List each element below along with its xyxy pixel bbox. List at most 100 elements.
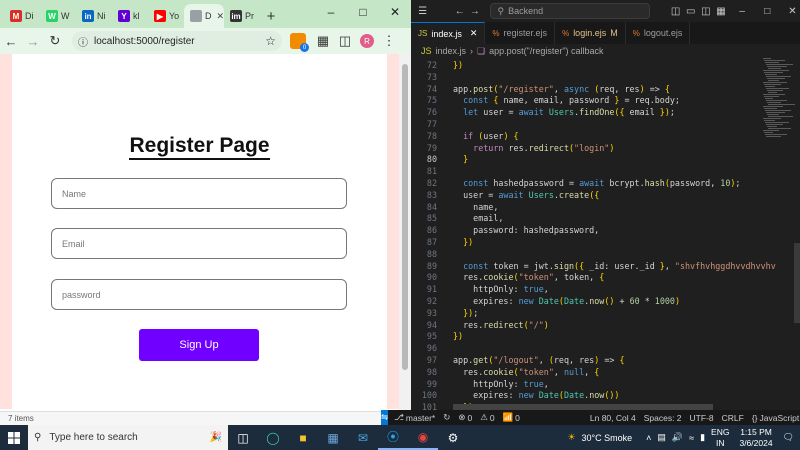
browser-tab[interactable]: WW xyxy=(40,4,76,28)
close-tab-icon[interactable]: ✕ xyxy=(470,28,478,39)
git-branch[interactable]: master* xyxy=(406,413,435,423)
code-line[interactable]: res.cookie("token", token, { xyxy=(453,272,604,282)
command-center-search[interactable]: ⚲ Backend xyxy=(490,3,650,19)
site-info-icon[interactable]: ⓘ xyxy=(78,34,88,49)
code-line[interactable]: if (user) { xyxy=(453,131,519,141)
code-line[interactable]: const token = jwt.sign({ _id: user._id }… xyxy=(453,261,776,271)
code-line[interactable]: user = await Users.create({ xyxy=(453,190,599,200)
extension-icon[interactable]: 0 xyxy=(290,33,309,52)
code-line[interactable]: }) xyxy=(453,237,473,247)
encoding[interactable]: UTF-8 xyxy=(690,413,714,423)
close-tab-icon[interactable]: ✕ xyxy=(217,11,225,22)
language-mode[interactable]: JavaScript xyxy=(760,413,800,423)
chrome-taskbar-icon[interactable]: ◉ xyxy=(408,425,438,450)
wifi-icon[interactable]: ≈ xyxy=(689,433,694,443)
forward-icon[interactable]: → xyxy=(22,30,44,52)
remote-icon[interactable]: ⇋ xyxy=(381,410,389,425)
code-line[interactable]: }); xyxy=(453,308,478,318)
windows-start-icon[interactable] xyxy=(0,425,28,450)
new-tab-button[interactable]: + xyxy=(260,4,282,28)
weather-text[interactable]: 30°C Smoke xyxy=(582,433,633,443)
toggle-sidebar-icon[interactable]: ◫ xyxy=(668,6,683,17)
battery-icon[interactable]: ▮ xyxy=(700,432,705,443)
nav-back-icon[interactable]: ← xyxy=(452,6,467,17)
close-window-icon[interactable]: ✕ xyxy=(785,6,800,17)
browser-tab[interactable]: in Ni xyxy=(76,4,112,28)
browser-tab[interactable]: D ✕ xyxy=(184,4,224,28)
code-line[interactable]: return res.redirect("login") xyxy=(453,143,614,153)
code-line[interactable]: password: hashedpassword, xyxy=(453,225,599,235)
code-line[interactable]: }) xyxy=(453,331,463,341)
task-view-icon[interactable]: ◫ xyxy=(228,425,258,450)
editor-tab[interactable]: % logout.ejs xyxy=(626,22,691,44)
code-line[interactable]: res.redirect("/") xyxy=(453,320,549,330)
toggle-secondary-sidebar-icon[interactable]: ◫ xyxy=(698,6,713,17)
profile-avatar[interactable]: R xyxy=(356,30,378,52)
code-line[interactable]: name, xyxy=(453,202,498,212)
password-input[interactable] xyxy=(51,279,347,310)
volume-icon[interactable]: 🔊 xyxy=(672,432,683,443)
email-input[interactable] xyxy=(51,228,347,259)
editor-tab[interactable]: % register.ejs xyxy=(485,22,556,44)
code-line[interactable]: }) xyxy=(453,60,463,70)
browser-tab[interactable]: ▶ Yo xyxy=(148,4,184,28)
weather-icon[interactable]: ☀ xyxy=(567,432,575,443)
nav-forward-icon[interactable]: → xyxy=(467,6,482,17)
editor-scrollbar[interactable] xyxy=(794,58,800,408)
scrollbar-thumb[interactable] xyxy=(402,64,408,370)
menu-kebab-icon[interactable]: ⋮ xyxy=(378,30,400,52)
edge-icon[interactable]: ◯ xyxy=(258,425,288,450)
back-icon[interactable]: ← xyxy=(0,30,22,52)
maximize-icon[interactable]: □ xyxy=(760,6,775,17)
menu-icon[interactable]: ☰ xyxy=(415,6,430,17)
code-line[interactable]: app.get("/logout", (req, res) => { xyxy=(453,355,625,365)
code-line[interactable]: res.cookie("token", null, { xyxy=(453,367,599,377)
sync-icon[interactable]: ↻ xyxy=(443,412,450,423)
vscode-taskbar-icon[interactable]: ⦿ xyxy=(378,425,408,450)
breadcrumb-symbol[interactable]: app.post("/register") callback xyxy=(489,46,603,56)
chevron-up-icon[interactable]: ˄ xyxy=(646,433,651,443)
editor-scrollbar-thumb[interactable] xyxy=(794,243,800,323)
minimap[interactable] xyxy=(763,58,795,148)
code-line[interactable]: expires: new Date(Date.now() + 60 * 1000… xyxy=(453,296,680,306)
browser-tab[interactable]: M Di xyxy=(4,4,40,28)
warning-count[interactable]: 0 xyxy=(490,413,495,423)
network-icon[interactable]: ▤ xyxy=(657,432,666,443)
page-scrollbar[interactable] xyxy=(399,54,411,411)
error-count[interactable]: 0 xyxy=(467,413,472,423)
maximize-icon[interactable]: □ xyxy=(347,0,379,24)
browser-tab[interactable]: im Pr xyxy=(224,4,260,28)
address-bar[interactable]: ⓘ localhost:5000/register ☆ xyxy=(72,31,282,51)
code-editor[interactable]: 72}) 73 74 app.post("/register", async (req… xyxy=(411,58,800,410)
code-line[interactable]: } xyxy=(453,154,468,164)
minimize-icon[interactable]: – xyxy=(735,6,750,17)
layout-icon[interactable]: ▦ xyxy=(713,6,728,17)
settings-gear-icon[interactable]: ⚙ xyxy=(438,425,468,450)
taskbar-search[interactable]: ⚲ Type here to search 🎉 xyxy=(28,425,228,450)
file-explorer-icon[interactable]: ■ xyxy=(288,425,318,450)
code-line[interactable]: app.post("/register", async (req, res) =… xyxy=(453,84,670,94)
code-line[interactable]: const hashedpassword = await bcrypt.hash… xyxy=(453,178,740,188)
line-endings[interactable]: CRLF xyxy=(722,413,744,423)
minimize-icon[interactable]: – xyxy=(315,0,347,24)
breadcrumb-file[interactable]: index.js xyxy=(436,46,467,56)
code-line[interactable]: expires: new Date(Date.now()) xyxy=(453,390,619,400)
indentation[interactable]: Spaces: 2 xyxy=(644,413,682,423)
toggle-panel-icon[interactable]: ▭ xyxy=(683,6,698,17)
code-line[interactable]: httpOnly: true, xyxy=(453,379,549,389)
browser-tab[interactable]: Ykl xyxy=(112,4,148,28)
sign-up-button[interactable]: Sign Up xyxy=(139,329,259,361)
close-window-icon[interactable]: ✕ xyxy=(379,0,411,24)
bookmark-star-icon[interactable]: ☆ xyxy=(265,34,276,48)
code-line[interactable]: email, xyxy=(453,213,503,223)
side-panel-icon[interactable]: ◫ xyxy=(334,30,356,52)
notifications-icon[interactable]: 🗨 xyxy=(783,432,794,443)
mail-icon[interactable]: ✉ xyxy=(348,425,378,450)
ports-count[interactable]: 0 xyxy=(515,413,520,423)
code-line[interactable]: let user = await Users.findOne({ email }… xyxy=(453,107,675,117)
clock[interactable]: 1:15 PM 3/6/2024 xyxy=(739,427,772,449)
editor-tab[interactable]: JS index.js ✕ xyxy=(411,22,486,44)
code-line[interactable]: const { name, email, password } = req.bo… xyxy=(453,95,680,105)
language-indicator[interactable]: ENG IN xyxy=(711,427,729,449)
cursor-position[interactable]: Ln 80, Col 4 xyxy=(590,413,636,423)
